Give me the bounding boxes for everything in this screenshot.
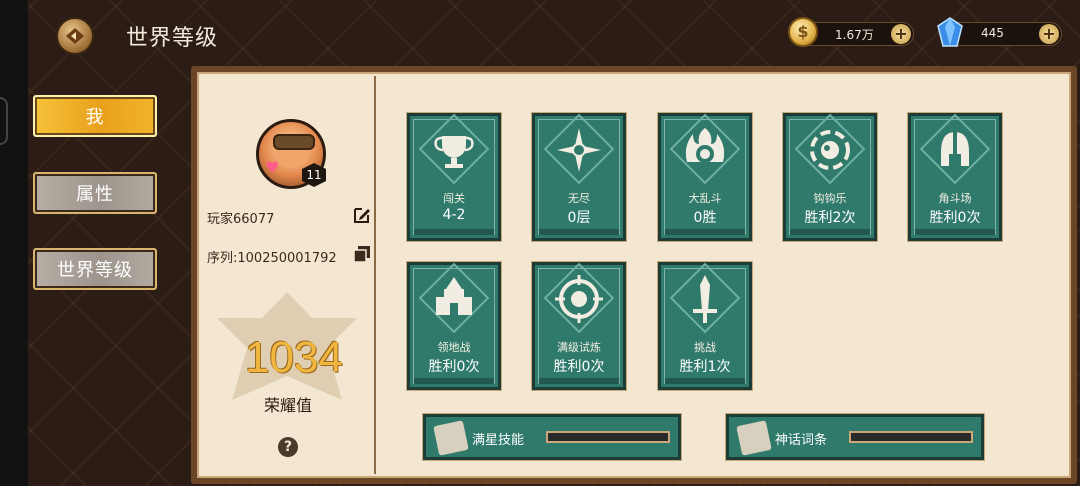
avatar-goggles bbox=[273, 134, 315, 150]
mode-card-stage[interactable]: 闯关 4-2 bbox=[407, 113, 501, 241]
mode-card-brawl[interactable]: 大乱斗 0胜 bbox=[658, 113, 752, 241]
player-serial: 序列:100250001792 bbox=[207, 251, 337, 266]
mode-name: 角斗场 bbox=[938, 192, 972, 205]
page-title: 世界等级 bbox=[126, 26, 219, 51]
button-label: 满星技能 bbox=[472, 433, 525, 448]
progress-bar bbox=[849, 431, 973, 443]
honor-label: 荣耀值 bbox=[263, 396, 312, 415]
swirl-icon bbox=[810, 130, 850, 170]
heart-icon: ♥ bbox=[265, 158, 280, 177]
mode-stat: 0层 bbox=[567, 210, 591, 226]
add-gold-button[interactable]: + bbox=[891, 24, 911, 44]
myth-traits-button[interactable]: 神话词条 bbox=[726, 414, 984, 460]
screen-edge bbox=[0, 0, 28, 486]
flame-mask-icon bbox=[685, 128, 725, 163]
gold-coin-icon: $ bbox=[788, 17, 818, 47]
mode-card-endless[interactable]: 无尽 0层 bbox=[532, 113, 626, 241]
mode-stat: 胜利0次 bbox=[428, 359, 480, 375]
mode-stat: 胜利0次 bbox=[929, 210, 981, 226]
mode-name: 钩钩乐 bbox=[813, 192, 847, 205]
mode-name: 无尽 bbox=[568, 192, 590, 205]
castle-icon bbox=[436, 277, 472, 315]
back-button[interactable] bbox=[56, 17, 94, 55]
progress-bar bbox=[546, 431, 670, 443]
mode-card-hook[interactable]: 钩钩乐 胜利2次 bbox=[783, 113, 877, 241]
mode-card-territory[interactable]: 领地战 胜利0次 bbox=[407, 262, 501, 390]
target-icon bbox=[555, 275, 603, 323]
card-bar bbox=[539, 229, 619, 235]
helmet-icon bbox=[941, 132, 969, 166]
ticket-icon bbox=[736, 420, 772, 456]
card-bar bbox=[665, 378, 745, 384]
card-bar bbox=[915, 229, 995, 235]
tab-attributes[interactable]: 属性 bbox=[33, 172, 157, 214]
gold-amount: 1.67万 bbox=[835, 28, 874, 42]
back-arrow-icon bbox=[66, 28, 84, 44]
mode-stat: 胜利1次 bbox=[679, 359, 731, 375]
panel-divider bbox=[374, 76, 376, 474]
star-compass-icon bbox=[557, 128, 601, 172]
honor-value: 1034 bbox=[245, 333, 343, 382]
mode-name: 领地战 bbox=[437, 341, 471, 354]
mode-stat: 胜利2次 bbox=[804, 210, 856, 226]
edge-notch bbox=[0, 97, 8, 145]
mode-name: 挑战 bbox=[694, 341, 716, 354]
add-gem-button[interactable]: + bbox=[1039, 24, 1059, 44]
trophy-icon bbox=[434, 136, 474, 168]
help-icon[interactable]: ? bbox=[278, 437, 298, 457]
sword-icon bbox=[693, 275, 717, 323]
player-name: 玩家66077 bbox=[207, 212, 275, 227]
button-label: 神话词条 bbox=[775, 433, 828, 448]
tab-me[interactable]: 我 bbox=[33, 95, 157, 137]
mode-stat: 4-2 bbox=[442, 207, 466, 223]
tab-world-level[interactable]: 世界等级 bbox=[33, 248, 157, 290]
mode-name: 大乱斗 bbox=[688, 192, 722, 205]
mode-stat: 胜利0次 bbox=[553, 359, 605, 375]
gem-amount: 445 bbox=[981, 26, 1004, 40]
mode-stat: 0胜 bbox=[693, 210, 717, 226]
edit-icon[interactable] bbox=[352, 205, 372, 225]
mode-name: 满级试炼 bbox=[557, 341, 601, 354]
card-bar bbox=[665, 229, 745, 235]
copy-icon[interactable] bbox=[352, 244, 372, 264]
gem-icon bbox=[937, 17, 963, 47]
card-bar bbox=[539, 378, 619, 384]
card-bar bbox=[790, 229, 870, 235]
mode-card-arena[interactable]: 角斗场 胜利0次 bbox=[908, 113, 1002, 241]
card-bar bbox=[414, 378, 494, 384]
mode-card-challenge[interactable]: 挑战 胜利1次 bbox=[658, 262, 752, 390]
max-star-skills-button[interactable]: 满星技能 bbox=[423, 414, 681, 460]
mode-name: 闯关 bbox=[443, 192, 465, 205]
scroll-icon bbox=[433, 420, 469, 456]
mode-card-trial[interactable]: 满级试炼 胜利0次 bbox=[532, 262, 626, 390]
card-bar bbox=[414, 229, 494, 235]
